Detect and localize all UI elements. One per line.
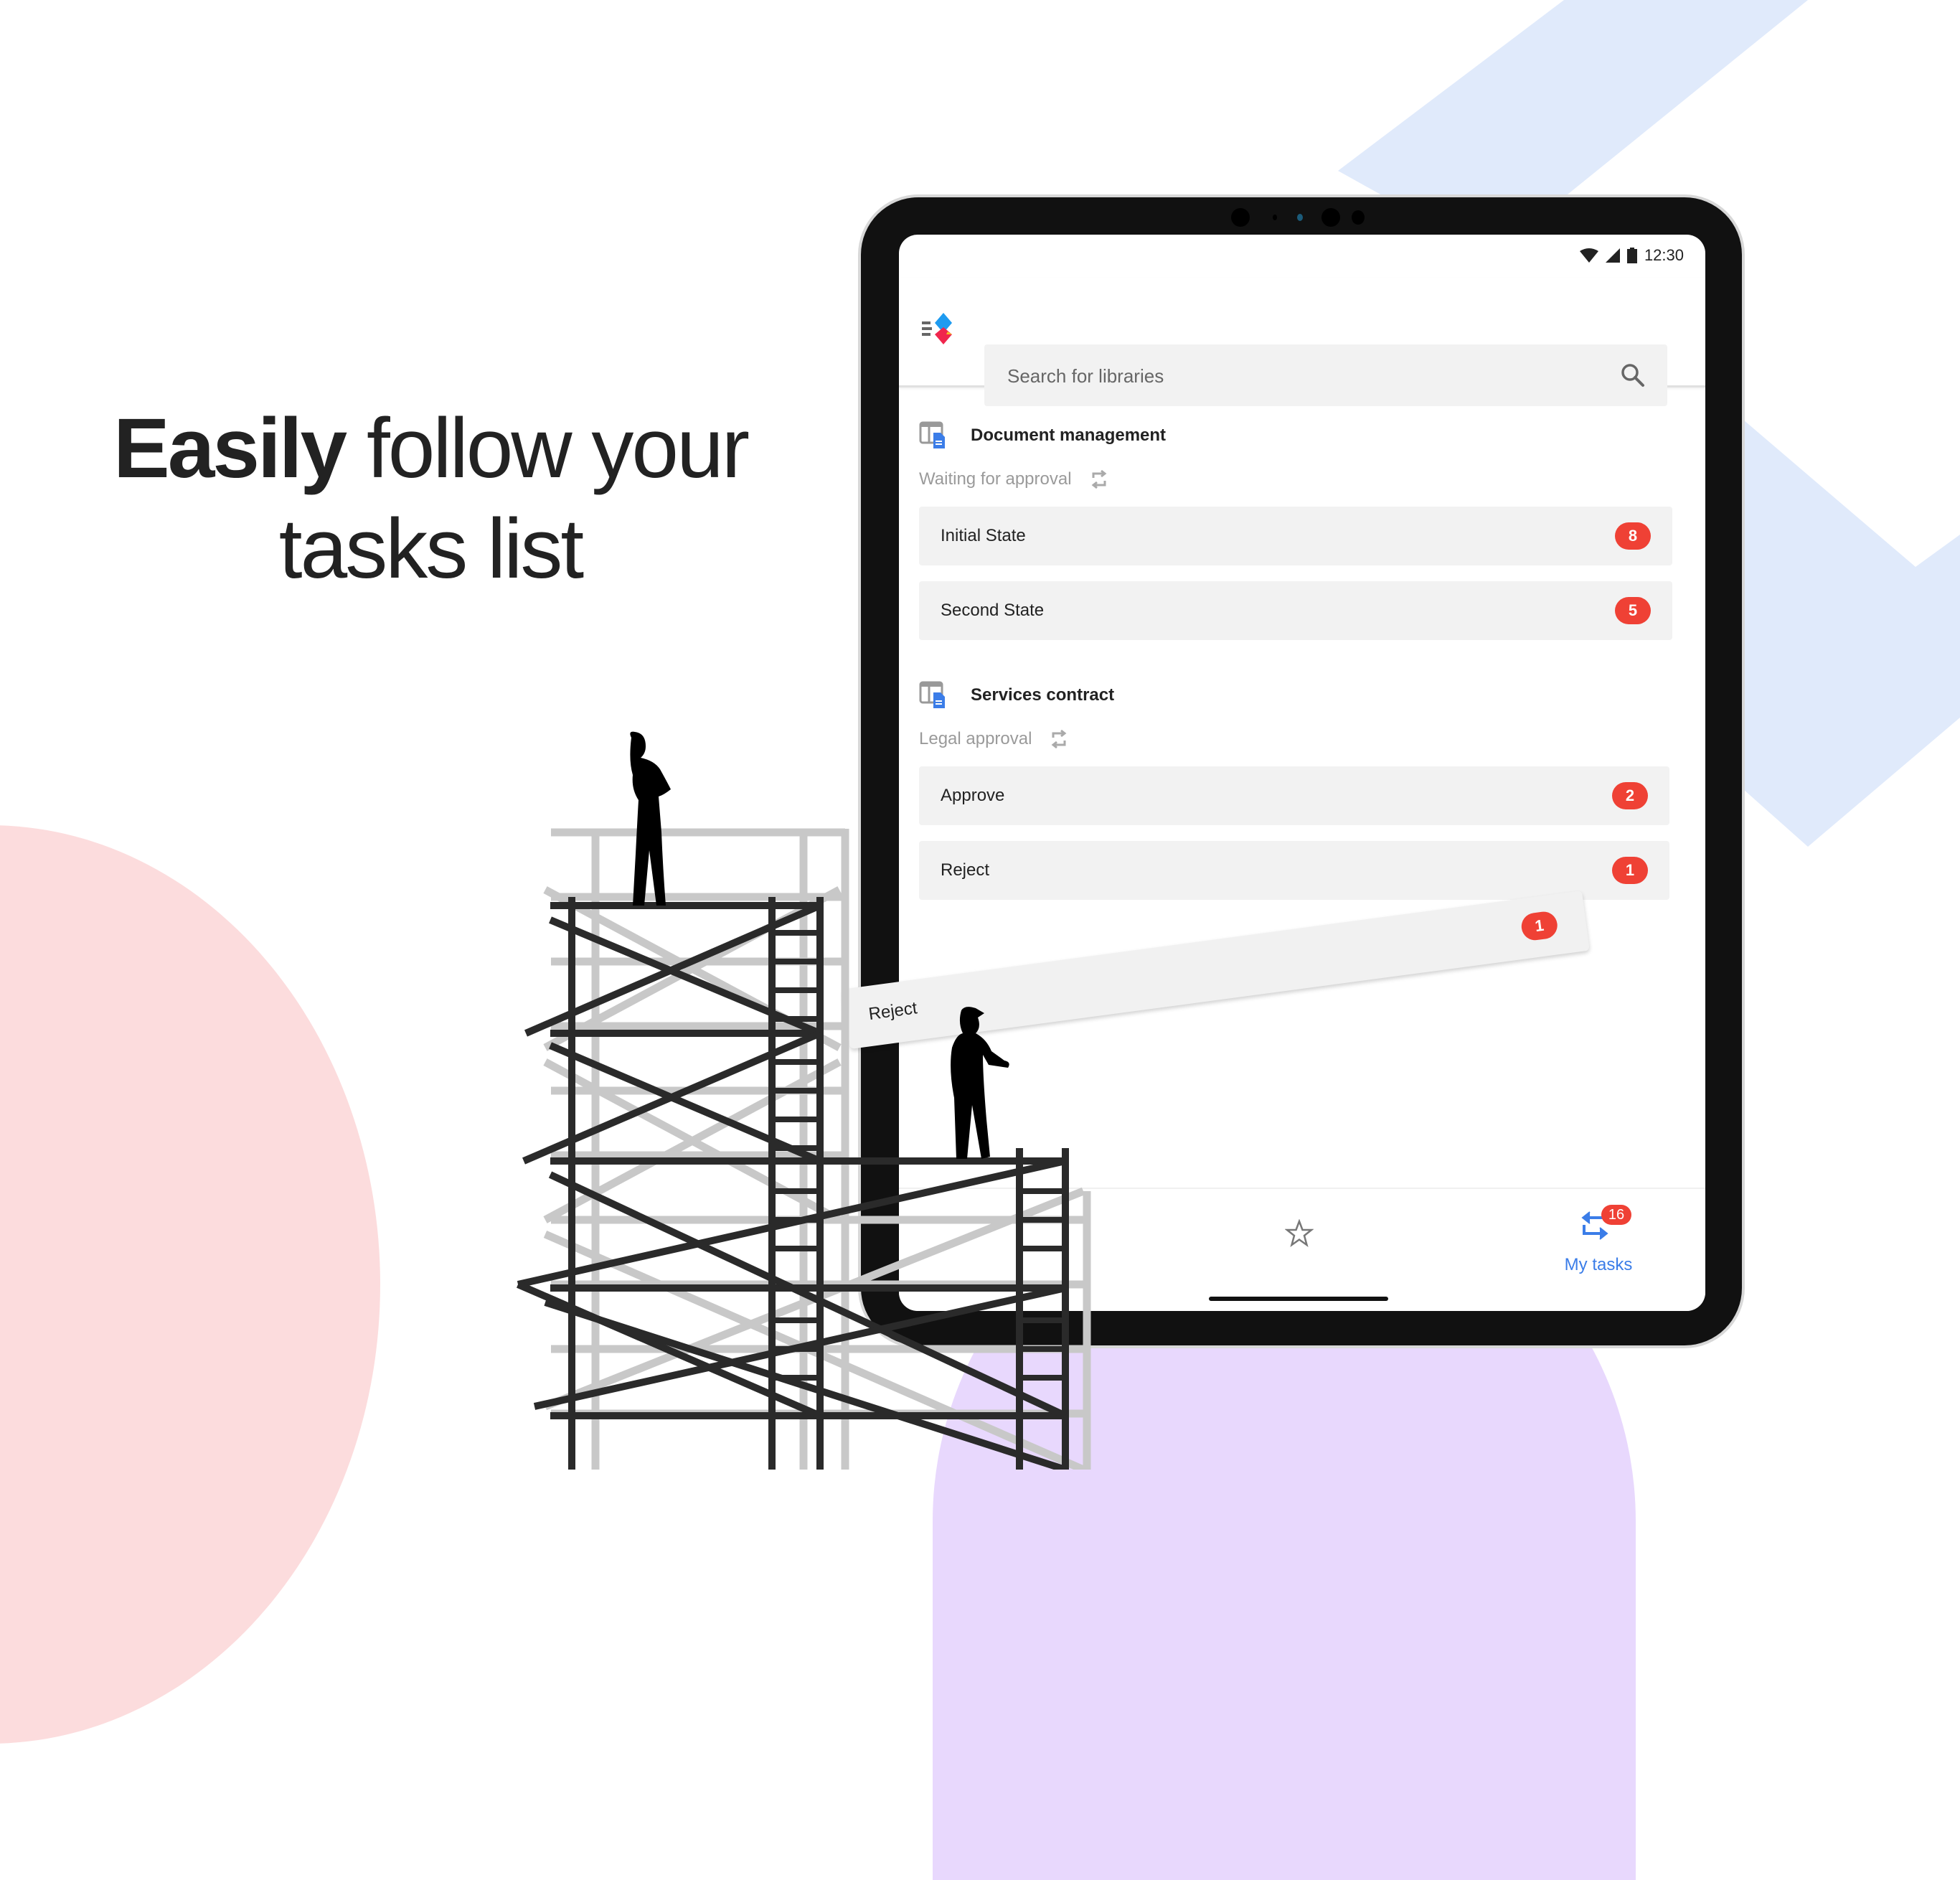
search-icon[interactable] [1620,362,1646,388]
tablet-device: 12:30 Search for libraries Document mana… [861,197,1742,1345]
wifi-icon [1579,248,1598,263]
sync-icon[interactable] [1049,729,1069,749]
battery-icon [1626,248,1637,263]
bottom-navigation: 16 My tasks [899,1188,1705,1311]
count-badge: 1 [1520,910,1560,942]
workflow-row: Waiting for approval [919,465,1672,494]
nav-my-tasks[interactable]: 16 My tasks [1548,1205,1649,1284]
state-label: Reject [867,998,919,1025]
camera-lens [1297,214,1303,221]
search-bar[interactable] [984,344,1667,408]
library-title: Services contract [971,685,1115,705]
camera-sensor [1352,210,1365,225]
status-bar: 12:30 [1579,246,1684,265]
state-list: Initial State 8 Second State 5 [919,507,1672,640]
camera-sensor [1273,215,1277,220]
count-badge: 8 [1615,522,1651,550]
app-screen: 12:30 Search for libraries Document mana… [899,235,1705,1311]
star-icon[interactable] [1285,1219,1314,1248]
headline-bold-word: Easily [113,401,347,496]
state-row[interactable]: Reject 1 [919,841,1669,900]
workflow-name: Legal approval [919,729,1032,748]
library-section-document-management: Document management Waiting for approval… [919,418,1672,640]
state-row[interactable]: Approve 2 [919,766,1669,825]
headline-line-1-rest: follow your [366,401,750,496]
library-document-icon [919,421,945,448]
library-title: Document management [971,426,1167,445]
headline: Easily follow your tasks list [108,398,753,599]
app-top-bar [899,278,1705,408]
library-header[interactable]: Document management [919,418,1672,453]
workflow-name: Waiting for approval [919,469,1072,489]
count-badge: 5 [1615,597,1651,624]
camera-sensor [1231,208,1250,227]
state-row[interactable]: Initial State 8 [919,507,1672,565]
my-tasks-badge: 16 [1601,1205,1631,1225]
state-label: Initial State [941,526,1026,545]
state-label: Second State [941,601,1045,620]
status-time: 12:30 [1644,246,1684,264]
library-document-icon [919,681,945,708]
state-label: Reject [941,860,990,880]
library-section-services-contract: Services contract Legal approval Approve… [919,677,1672,900]
sync-icon[interactable] [1089,469,1109,489]
count-badge: 2 [1612,782,1648,809]
count-badge: 1 [1612,857,1648,884]
signal-icon [1605,248,1620,263]
search-input[interactable] [1006,344,1583,408]
my-tasks-label: My tasks [1564,1255,1633,1274]
state-row[interactable]: Second State 5 [919,581,1672,640]
app-logo[interactable] [920,310,961,350]
state-label: Approve [941,786,1005,805]
workflow-row: Legal approval [919,725,1672,753]
camera-sensor [1321,208,1340,227]
home-indicator[interactable] [1209,1297,1388,1301]
headline-line-1: Easily follow your [108,398,753,499]
headline-line-2: tasks list [278,502,584,596]
library-header[interactable]: Services contract [919,677,1672,713]
state-list: Approve 2 Reject 1 [919,766,1669,900]
